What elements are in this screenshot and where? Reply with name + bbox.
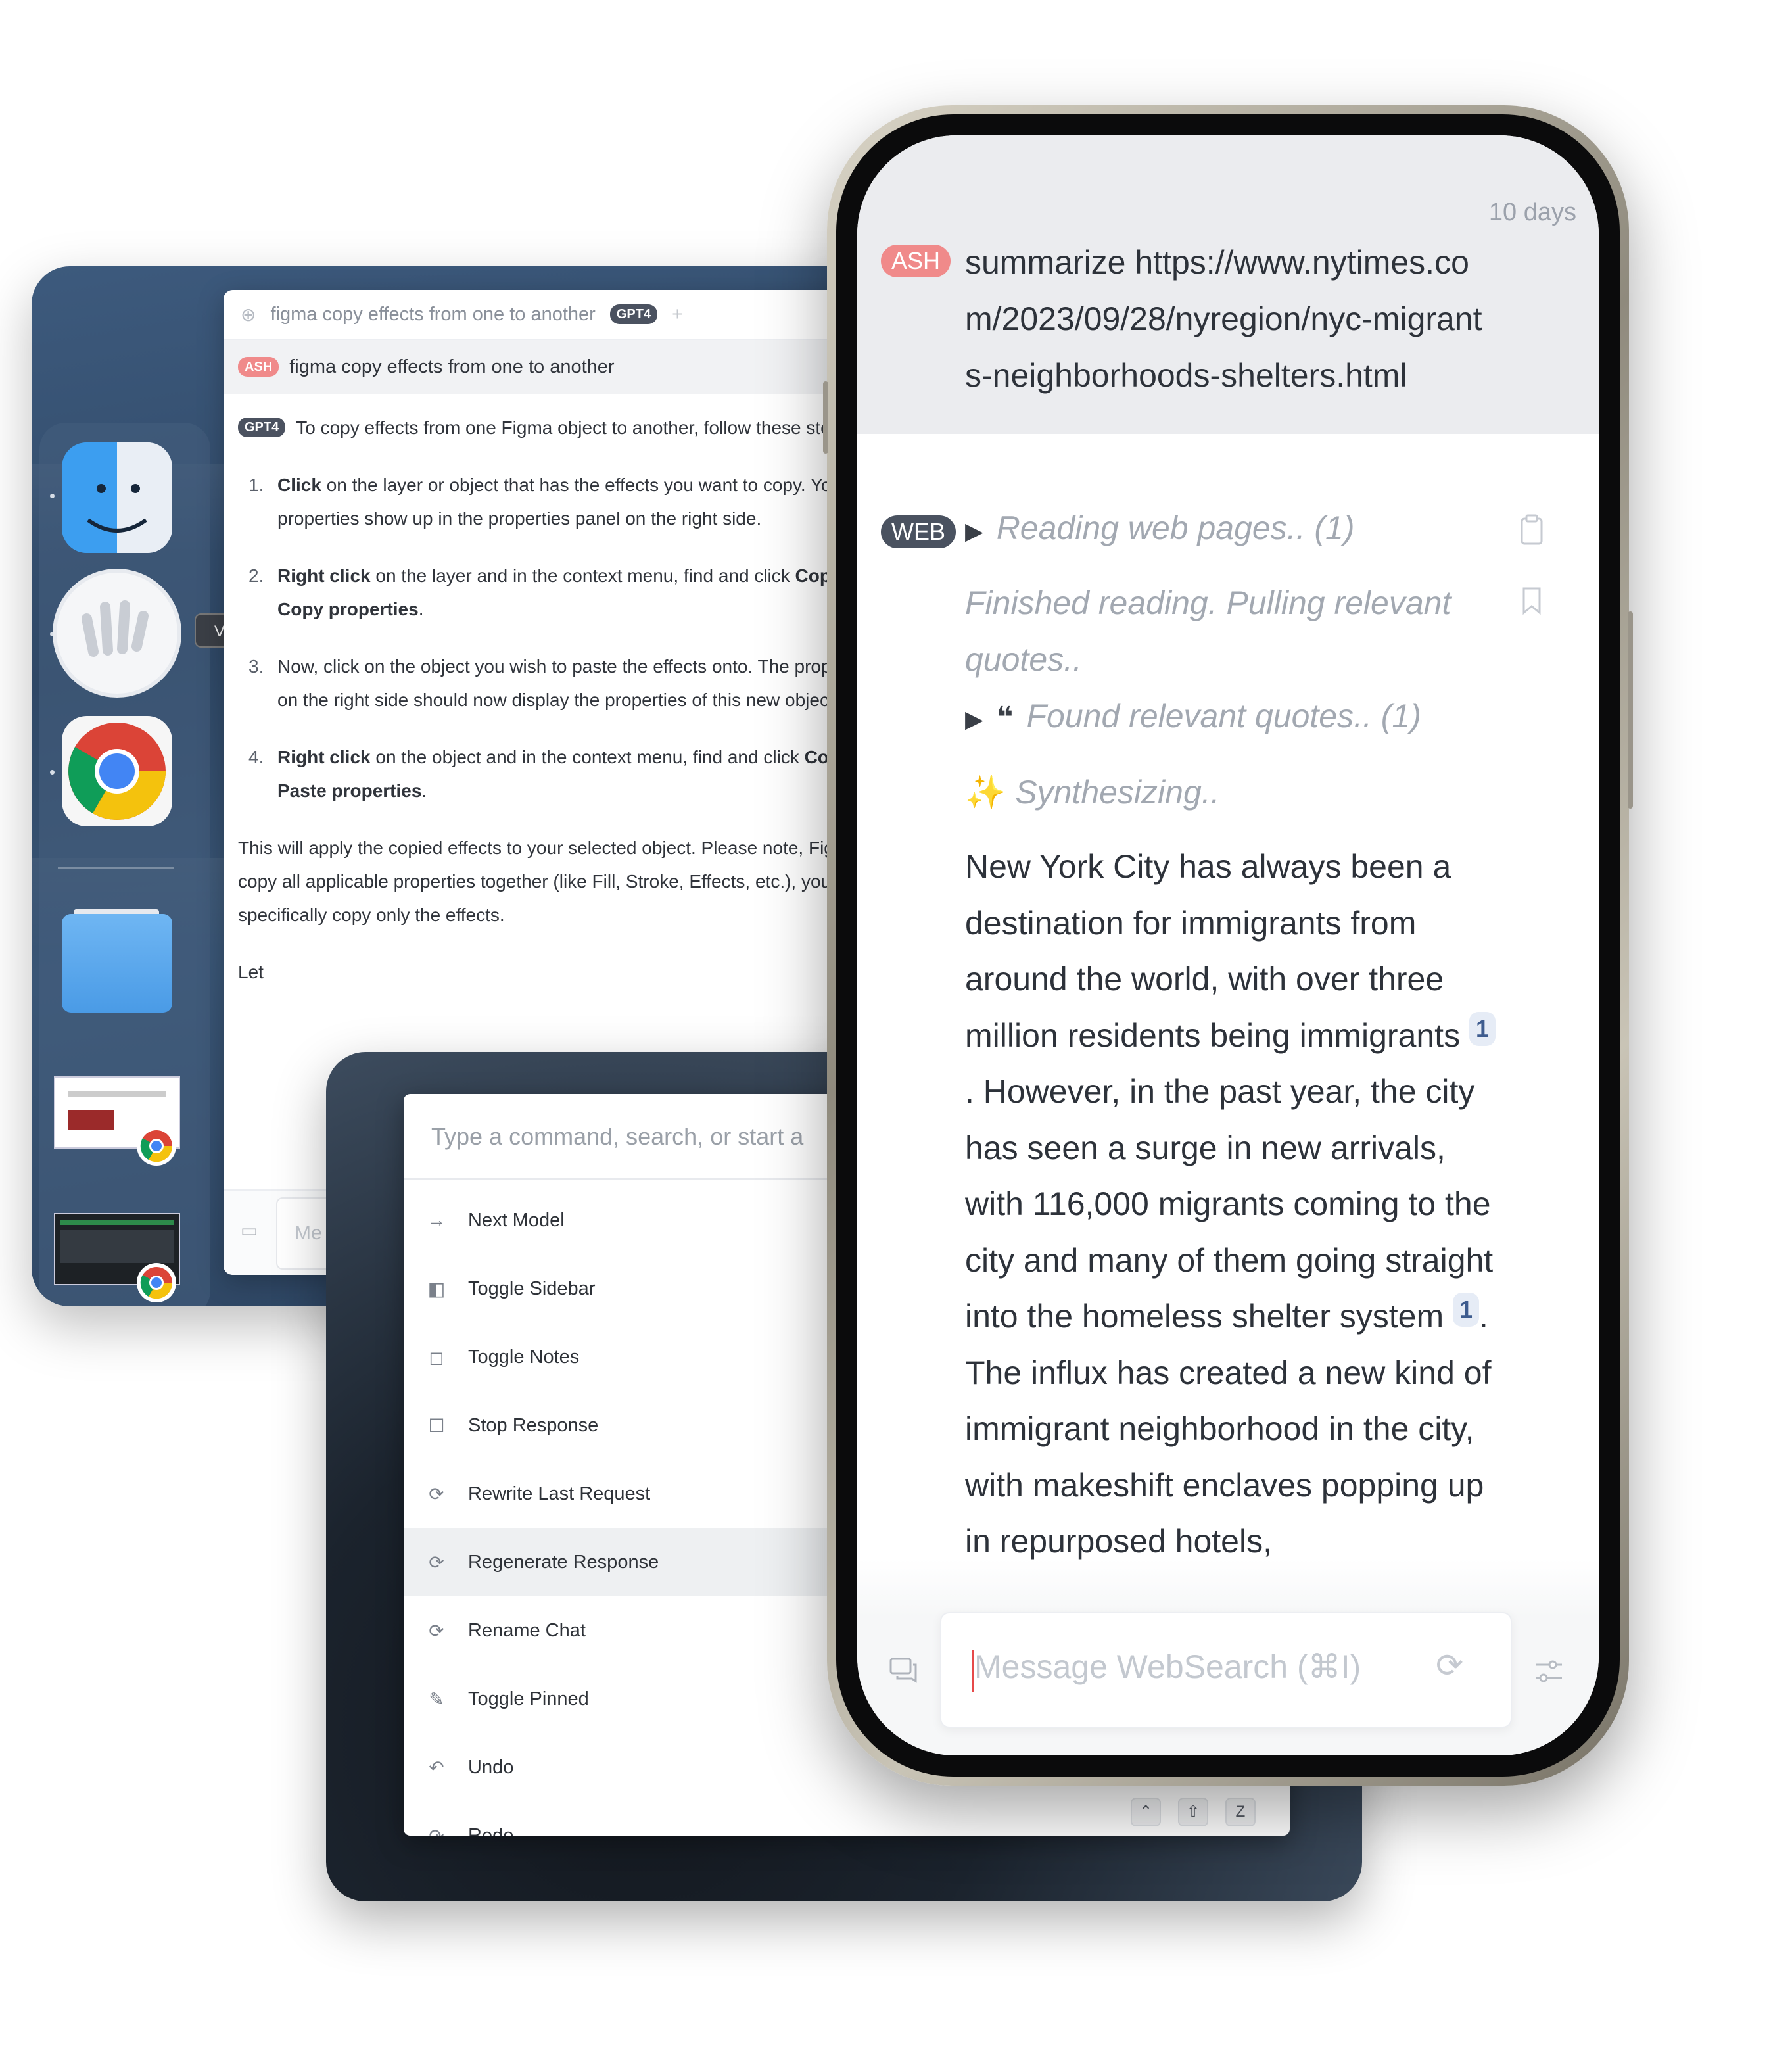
answer-intro: To copy effects from one Figma object to… <box>296 418 856 438</box>
message-age: 10 days <box>1488 199 1576 226</box>
step-quotes[interactable]: ▶ ❝ Found relevant quotes.. (1) <box>965 688 1421 748</box>
arrow-right-icon: → <box>427 1210 446 1230</box>
expand-triangle-icon[interactable]: ▶ <box>965 705 983 732</box>
step-item: 2. Right click on the layer and in the co… <box>248 565 906 619</box>
vello-app-icon[interactable] <box>53 569 181 698</box>
refresh-icon: ⟳ <box>429 1483 444 1504</box>
command-label: Toggle Pinned <box>468 1688 589 1709</box>
quote-icon: ❝ <box>996 702 1014 734</box>
dock-running-dot <box>50 494 55 498</box>
step-item: 1. Click on the layer or object that has … <box>248 475 906 529</box>
chrome-icon <box>137 1126 176 1166</box>
chat-icon[interactable] <box>889 1657 919 1683</box>
user-message: ASH figma copy effects from one to anoth… <box>224 340 906 394</box>
steps-list: 1. Click on the layer or object that has … <box>238 468 906 807</box>
note-icon: ◻ <box>429 1347 444 1368</box>
phone-screen: 10 days ASH summarize https://www.nytime… <box>857 135 1599 1755</box>
step-synth: ✨ Synthesizing.. <box>965 774 1220 811</box>
redo-icon: ↷ <box>429 1825 444 1836</box>
sidebar-icon: ◧ <box>427 1278 446 1299</box>
power-button <box>1628 611 1633 809</box>
sparkle-icon: ✨ <box>965 774 1006 811</box>
key-z: Z <box>1225 1798 1256 1826</box>
sliders-icon[interactable] <box>1534 1658 1563 1684</box>
step-item: 4. Right click on the object and in the c… <box>248 747 906 801</box>
command-label: Next Model <box>468 1209 565 1231</box>
chat-title-bar: ⊕ figma copy effects from one to another… <box>224 290 906 340</box>
answer-outro: This will apply the copied effects to yo… <box>238 838 906 925</box>
chrome-icon[interactable] <box>62 716 172 826</box>
assistant-badge: GPT4 <box>238 418 286 437</box>
regenerate-icon: ⟳ <box>429 1552 444 1573</box>
chat-icon[interactable]: ▭ <box>241 1220 258 1241</box>
undo-icon: ↶ <box>429 1757 444 1778</box>
add-chat-icon[interactable]: ⊕ <box>241 304 256 325</box>
refresh-icon[interactable]: ⟳ <box>1436 1646 1463 1684</box>
model-badge[interactable]: GPT4 <box>609 304 658 324</box>
citation-badge[interactable]: 1 <box>1469 1011 1496 1046</box>
command-label: Toggle Sidebar <box>468 1277 596 1299</box>
chat-title[interactable]: figma copy effects from one to another <box>270 304 595 325</box>
chrome-icon <box>137 1263 176 1302</box>
assistant-message: GPT4 To copy effects from one Figma obje… <box>224 394 906 989</box>
answer-trailing: Let <box>238 962 264 982</box>
dock <box>39 423 210 1306</box>
pin-icon: ✎ <box>429 1688 444 1709</box>
command-label: Regenerate Response <box>468 1551 659 1573</box>
citation-badge[interactable]: 1 <box>1453 1293 1480 1327</box>
command-label: Rename Chat <box>468 1619 586 1641</box>
user-message-text: figma copy effects from one to another <box>289 356 615 377</box>
web-badge: WEB <box>881 515 956 548</box>
user-query: summarize https://www.nytimes.com/2023/0… <box>965 244 1482 394</box>
clipboard-icon[interactable] <box>1520 514 1544 546</box>
side-button <box>823 381 828 454</box>
bookmark-icon[interactable] <box>1521 586 1542 615</box>
command-label: Stop Response <box>468 1414 599 1436</box>
command-label: Toggle Notes <box>468 1346 580 1368</box>
step-item: 3. Now, click on the object you wish to p… <box>248 656 906 710</box>
folder-icon[interactable] <box>62 914 172 1013</box>
user-badge: ASH <box>881 245 951 277</box>
answer-text: New York City has always been a destinat… <box>965 839 1504 1570</box>
step-finished: Finished reading. Pulling relevant quote… <box>965 585 1451 678</box>
phone-frame: 10 days ASH summarize https://www.nytime… <box>823 105 1633 1786</box>
command-label: Redo <box>468 1825 514 1836</box>
step-reading[interactable]: ▶ Reading web pages.. (1) <box>965 500 1354 560</box>
stop-icon: ☐ <box>428 1415 445 1436</box>
finder-icon[interactable] <box>62 442 172 553</box>
message-placeholder: Message WebSearch (⌘I) <box>974 1648 1361 1685</box>
user-badge: ASH <box>238 357 279 377</box>
command-label: Rewrite Last Request <box>468 1483 651 1504</box>
plus-icon[interactable]: + <box>672 304 683 325</box>
expand-triangle-icon[interactable]: ▶ <box>965 517 983 544</box>
phone-bezel: 10 days ASH summarize https://www.nytime… <box>836 114 1620 1777</box>
key-shift: ⇧ <box>1178 1798 1208 1826</box>
dock-running-dot <box>50 770 55 775</box>
command-label: Undo <box>468 1756 514 1778</box>
dock-divider <box>58 867 174 869</box>
message-input[interactable]: Message WebSearch (⌘I) ⟳ <box>940 1612 1512 1728</box>
key-ctrl: ⌃ <box>1131 1798 1161 1826</box>
rename-icon: ⟳ <box>429 1620 444 1641</box>
